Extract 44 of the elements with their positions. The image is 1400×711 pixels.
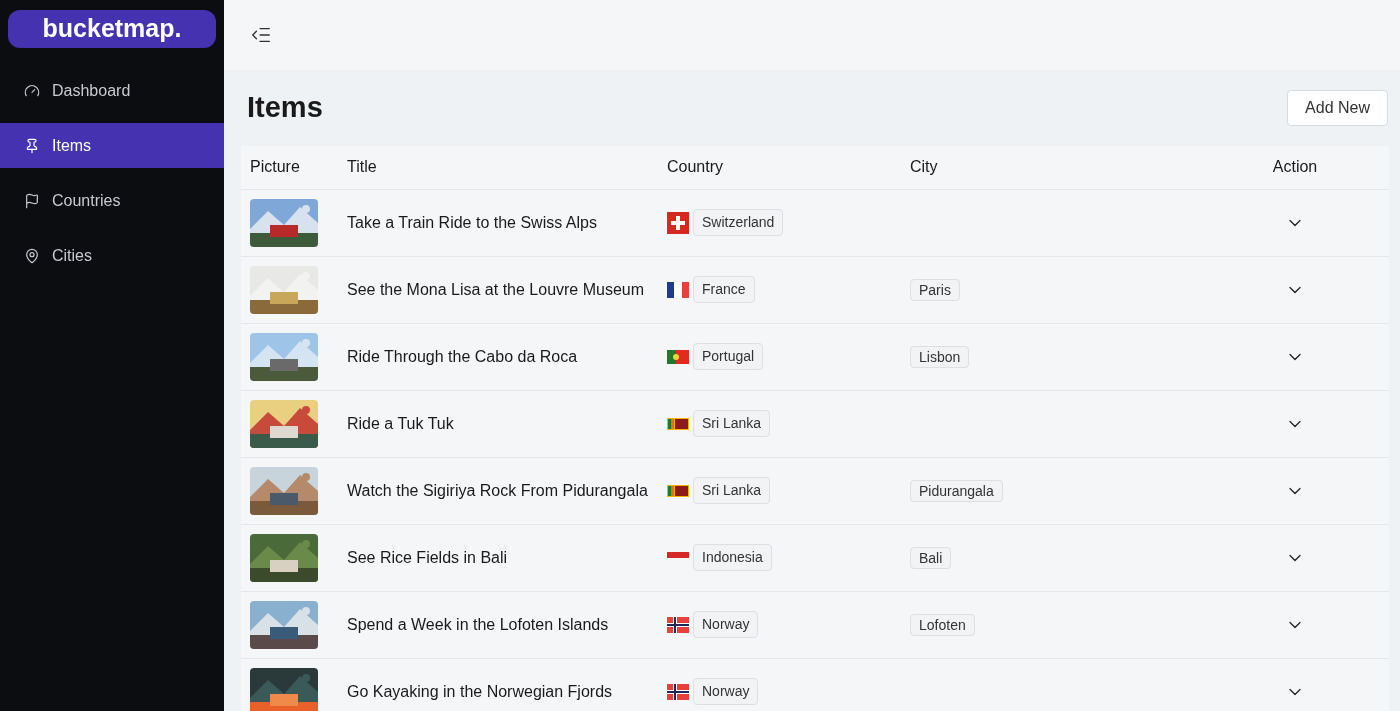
table-cell-text: Go Kayaking in the Norwegian Fjords (347, 681, 614, 702)
flag-icon (667, 211, 689, 234)
flag-icon (667, 683, 689, 700)
nav-item[interactable]: Items (0, 123, 224, 168)
tag: Portugal (693, 343, 764, 370)
tag: Lofoten (910, 613, 975, 636)
table-cell-text: Ride a Tuk Tuk (347, 413, 455, 434)
add-new-button[interactable]: Add New (1287, 89, 1388, 126)
tag: Switzerland (693, 209, 784, 236)
flag-icon (667, 484, 689, 497)
column-header: Title (347, 157, 378, 177)
tag: Lisbon (910, 345, 970, 368)
tag: Norway (693, 611, 759, 638)
column-header: City (910, 157, 939, 177)
column-header: Picture (250, 157, 301, 177)
gauge-icon (24, 82, 40, 99)
tag: Pidurangala (910, 479, 1003, 502)
tag: Bali (910, 546, 952, 569)
nav-item[interactable]: Countries (0, 178, 224, 223)
flag-icon (667, 616, 689, 633)
column-header: Country (667, 157, 725, 177)
table-cell-text: Ride Through the Cabo da Roca (347, 346, 579, 367)
flag-icon (667, 281, 689, 298)
column-header: Action (1272, 157, 1318, 177)
table-cell-text: Watch the Sigiriya Rock From Pidurangala (347, 480, 649, 501)
flag-icon (24, 192, 40, 209)
tag: Paris (910, 278, 960, 301)
pin-icon (24, 137, 40, 154)
tag: Indonesia (693, 544, 772, 571)
page-title: Items (247, 90, 323, 125)
tag: Sri Lanka (693, 410, 771, 437)
table-cell-text: Spend a Week in the Lofoten Islands (347, 614, 610, 635)
tag: Sri Lanka (693, 477, 771, 504)
tag: Norway (693, 678, 759, 705)
nav-item[interactable]: Cities (0, 233, 224, 278)
table-cell-text: See the Mona Lisa at the Louvre Museum (347, 279, 646, 300)
table-cell-text: Take a Train Ride to the Swiss Alps (347, 212, 598, 233)
logo[interactable]: bucketmap. (8, 10, 216, 48)
map-pin-icon (24, 247, 40, 264)
table-cell-text: See Rice Fields in Bali (347, 547, 509, 568)
tag: France (693, 276, 755, 303)
flag-icon (667, 417, 689, 430)
flag-icon (667, 349, 689, 364)
nav-item[interactable]: Dashboard (0, 68, 224, 113)
